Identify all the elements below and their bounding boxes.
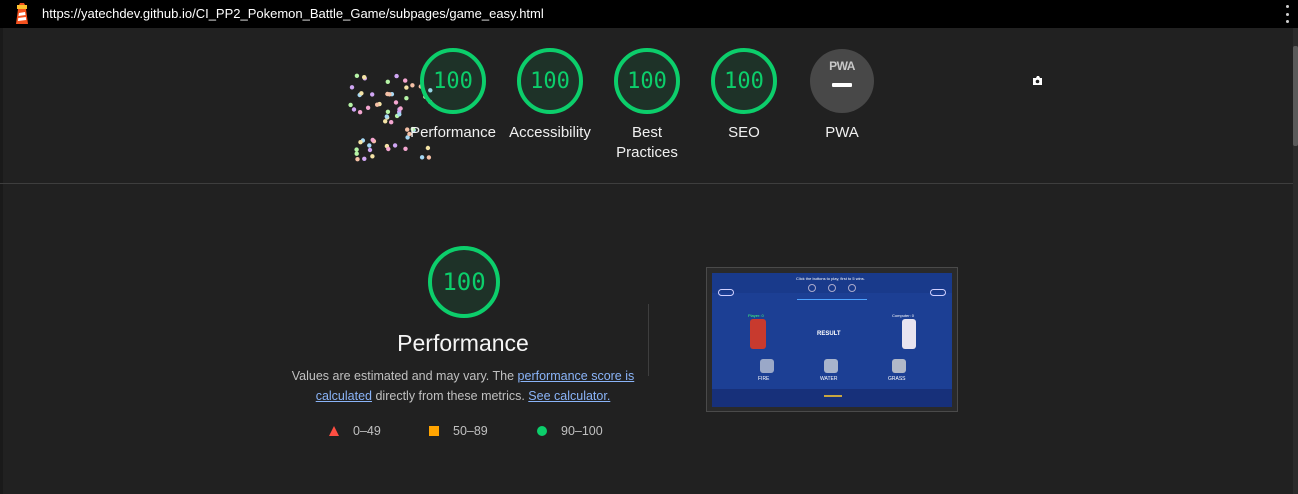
confetti-dot [386,146,391,152]
confetti-dot [425,145,431,151]
confetti-dot [403,146,408,151]
confetti-dot [362,156,367,161]
confetti-dot [367,147,373,153]
desc-text: directly from these metrics. [372,389,529,403]
pwa-badge-text: PWA [829,59,855,73]
confetti-dot [389,120,394,125]
legend-pass: 90–100 [537,424,603,438]
confetti-dot [393,100,399,105]
shot-choice: WATER [820,376,838,382]
confetti-dot [387,92,392,97]
gauge-score: 100 [724,68,764,94]
scrollbar-thumb[interactable] [1293,46,1298,146]
confetti-dot [410,83,415,88]
gauge-label: Accessibility [509,124,591,141]
confetti-dot [357,110,363,115]
final-screenshot[interactable]: Click the buttons to play, first to 5 wi… [706,267,958,412]
gauge-label: Performance [410,124,496,141]
performance-title: Performance [397,330,529,356]
gauge-label: PWA [825,124,859,141]
confetti-dot [354,147,359,152]
confetti-dot [354,151,359,156]
confetti-dot [383,119,388,124]
confetti-dot [351,107,357,112]
confetti-dot [375,102,380,107]
confetti-dot [419,155,425,160]
shot-choice: GRASS [888,376,906,382]
legend-range: 50–89 [453,424,488,438]
confetti-dot [403,78,408,83]
gauge-label: SEO [728,124,760,141]
confetti-dot [355,157,360,162]
confetti-dot [348,102,353,108]
gauge-score: 100 [530,68,570,94]
shot-choice: FIRE [758,376,770,382]
gauge-score: 100 [433,68,473,94]
confetti-dot [426,155,432,160]
confetti-dot [404,96,409,101]
shot-title: Click the buttons to play, first to 5 wi… [796,276,865,281]
confetti-dot [394,73,399,79]
legend-range: 90–100 [561,424,603,438]
kebab-icon[interactable] [1284,5,1290,23]
section-divider [0,183,1293,184]
pwa-badge-icon: PWA [810,49,874,113]
legend-average: 50–89 [429,424,488,438]
gauge-score: 100 [627,68,667,94]
shot-computer-score: Computer: 0 [892,313,915,318]
performance-score: 100 [442,268,486,296]
confetti-dot [367,143,372,148]
legend-fail: 0–49 [329,424,381,438]
page-url: https://yatechdev.github.io/CI_PP2_Pokem… [42,6,544,21]
page-edge [0,28,3,494]
confetti-dot [385,109,391,114]
confetti-dot [385,79,390,84]
confetti-dot [359,91,364,96]
triangle-icon [329,426,339,436]
confetti-dot [397,112,402,117]
shot-player-score: Player: 0 [748,313,764,318]
confetti-dot [362,75,367,80]
confetti-dot [370,154,375,159]
vertical-divider [648,304,649,376]
browser-bar: https://yatechdev.github.io/CI_PP2_Pokem… [0,0,1298,28]
confetti-dot [370,92,375,97]
confetti-dot [384,114,389,119]
camera-icon[interactable] [1032,74,1043,86]
shot-result: RESULT [817,331,841,337]
lighthouse-icon [16,3,28,24]
confetti-dot [404,85,409,90]
legend-range: 0–49 [353,424,381,438]
confetti-dot [358,140,363,145]
confetti-dot [370,137,375,143]
desc-text: Values are estimated and may vary. The [291,369,518,383]
scrollbar[interactable] [1293,28,1298,494]
confetti-dot [354,73,360,78]
gauge-label: Best Practices [616,124,678,161]
confetti-dot [365,105,371,110]
square-icon [429,426,439,436]
screenshot-image: Click the buttons to play, first to 5 wi… [712,273,952,407]
circle-icon [537,426,547,436]
performance-description: Values are estimated and may vary. The p… [290,366,636,406]
see-calculator-link[interactable]: See calculator. [528,389,610,403]
confetti-dot [392,143,398,148]
confetti-dot [349,85,355,90]
